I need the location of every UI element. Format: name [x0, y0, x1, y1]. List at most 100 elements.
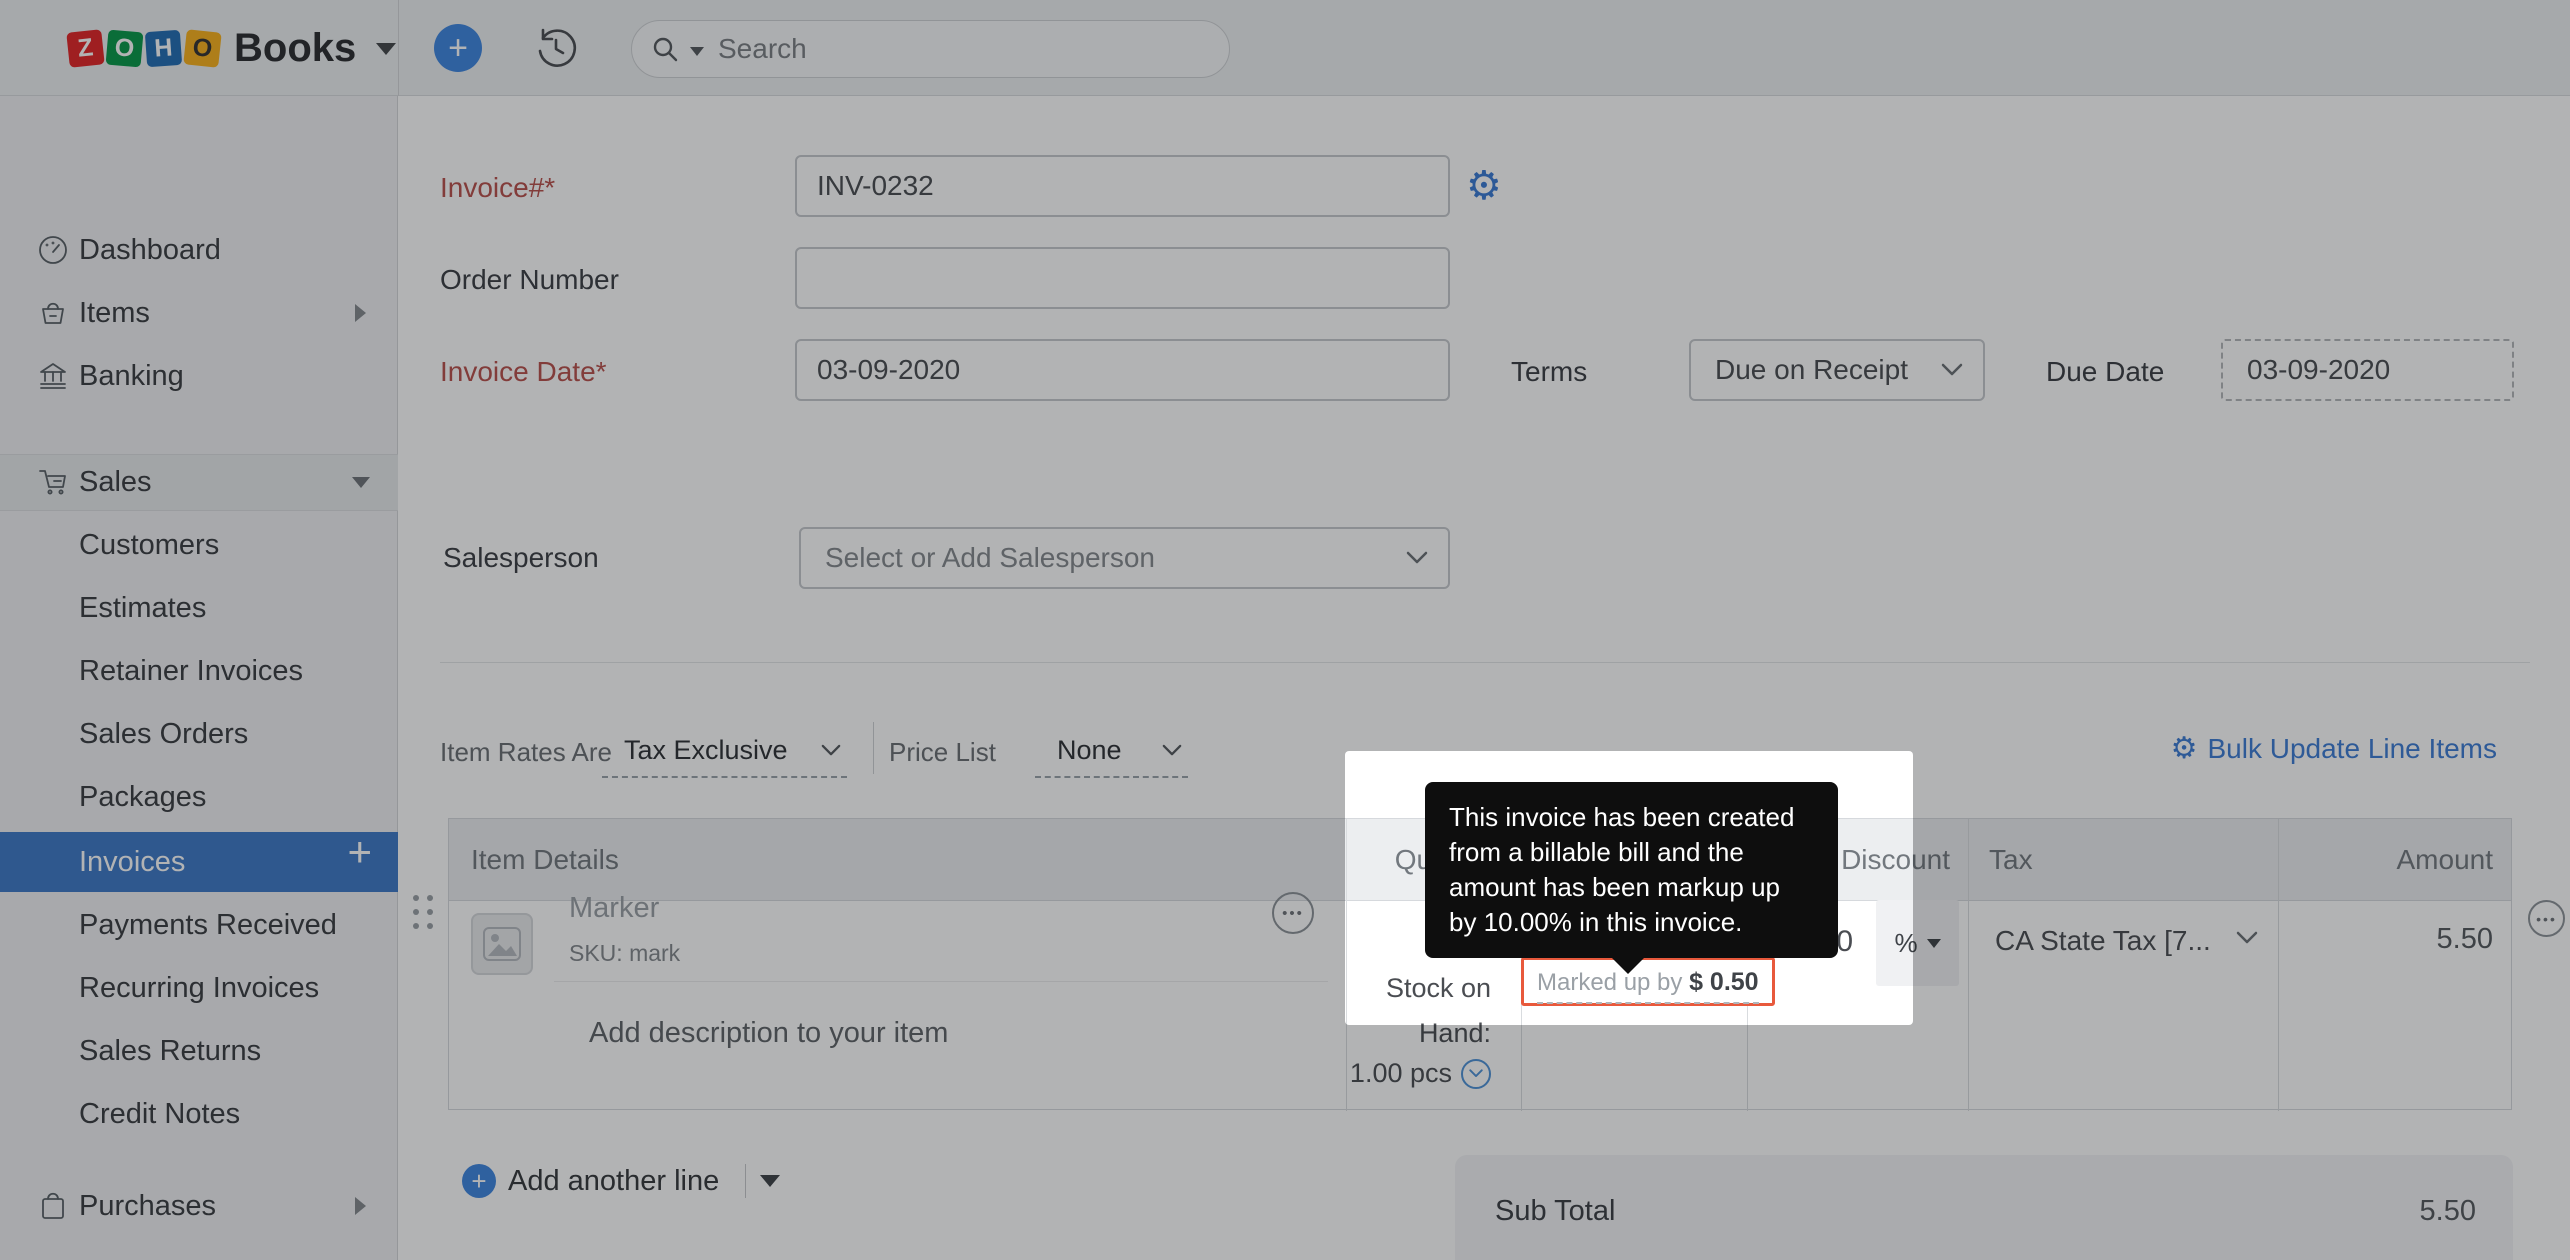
image-icon	[483, 927, 521, 961]
sidebar-item-label: Items	[79, 296, 150, 329]
sidebar-item-recurring-invoices[interactable]: Recurring Invoices	[0, 966, 398, 1010]
logo-wordmark: Books	[234, 26, 357, 70]
salesperson-label: Salesperson	[443, 542, 599, 573]
terms-value: Due on Receipt	[1715, 354, 1909, 385]
item-rates-are-label: Item Rates Are	[440, 737, 612, 767]
due-date-input[interactable]	[2221, 339, 2514, 401]
invoice-number-label: Invoice#*	[440, 172, 556, 203]
markup-amount: $ 0.50	[1689, 968, 1759, 996]
gear-icon: ⚙	[2170, 732, 2198, 765]
global-search[interactable]	[631, 20, 1230, 78]
recent-history-icon[interactable]	[534, 26, 578, 70]
stock-quantity: 1.00 pcs	[1349, 1058, 1452, 1088]
item-rates-select[interactable]: Tax Exclusive	[602, 724, 847, 778]
price-list-value: None	[1057, 734, 1122, 765]
sidebar-item-purchases[interactable]: Purchases	[0, 1184, 398, 1228]
sidebar-item-retainer-invoices[interactable]: Retainer Invoices	[0, 649, 398, 693]
add-another-line-button[interactable]: + Add another line	[462, 1164, 781, 1198]
discount-input[interactable]: 0	[1836, 925, 1853, 959]
sidebar-item-estimates[interactable]: Estimates	[0, 586, 398, 630]
invoice-date-input[interactable]	[795, 339, 1450, 401]
sidebar-item-invoices[interactable]: Invoices +	[0, 828, 398, 892]
chevron-down-icon	[821, 744, 841, 755]
sidebar-item-label: Dashboard	[79, 233, 221, 266]
chevron-down-icon	[1941, 363, 1963, 376]
banking-icon	[40, 363, 66, 389]
bulk-update-label: Bulk Update Line Items	[2207, 733, 2498, 764]
sub-total-value: 5.50	[2419, 1195, 2476, 1227]
new-invoice-plus-icon[interactable]: +	[347, 828, 372, 876]
row-actions-ellipsis-button[interactable]: •••	[2528, 900, 2565, 937]
zoho-books-invoice-page: Z O H O Books + Search Dashboard Items B…	[0, 0, 2570, 1260]
sidebar-item-customers[interactable]: Customers	[0, 523, 398, 567]
line-amount: 5.50	[2436, 923, 2493, 955]
column-divider	[1346, 819, 1347, 1111]
purchases-icon	[42, 1192, 64, 1219]
sidebar-item-packages[interactable]: Packages	[0, 775, 398, 819]
stock-on-hand-label: Stock on Hand:	[1385, 973, 1491, 1048]
due-date-label: Due Date	[2046, 356, 2165, 387]
markup-tooltip: This invoice has been created from a bil…	[1425, 782, 1838, 974]
rates-divider	[873, 722, 874, 774]
sales-icon	[39, 470, 66, 495]
row-drag-handle[interactable]	[413, 895, 433, 929]
terms-label: Terms	[1511, 356, 1588, 387]
item-sku: SKU: mark	[569, 940, 681, 966]
sidebar-item-label: Credit Notes	[79, 1097, 241, 1130]
sidebar-item-label: Banking	[79, 359, 184, 392]
chevron-down-icon	[1162, 744, 1182, 755]
sidebar-item-label: Retainer Invoices	[79, 654, 304, 687]
sub-total-row: Sub Total 5.50	[1495, 1195, 2476, 1228]
sidebar-item-sales-returns[interactable]: Sales Returns	[0, 1029, 398, 1073]
discount-unit-select[interactable]: %	[1876, 900, 1959, 986]
button-divider	[745, 1164, 747, 1198]
item-description-placeholder[interactable]: Add description to your item	[589, 1017, 948, 1050]
sidebar-item-label: Sales	[79, 465, 152, 498]
search-scope-chevron-icon[interactable]	[690, 46, 704, 56]
chevron-down-icon	[1926, 938, 1941, 948]
sidebar-item-items[interactable]: Items	[0, 291, 398, 335]
quick-add-button[interactable]: +	[434, 24, 482, 72]
sidebar-item-sales-orders[interactable]: Sales Orders	[0, 712, 398, 756]
item-name[interactable]: Marker	[569, 892, 659, 925]
order-number-label: Order Number	[440, 264, 619, 295]
sidebar-item-credit-notes[interactable]: Credit Notes	[0, 1092, 398, 1136]
chevron-down-icon	[2236, 931, 2258, 944]
add-line-dropdown-icon[interactable]	[760, 1175, 781, 1187]
item-options-ellipsis-button[interactable]: •••	[1272, 892, 1314, 934]
sidebar-item-sales[interactable]: Sales	[0, 460, 398, 504]
plus-icon: +	[462, 1164, 496, 1198]
items-icon	[42, 302, 64, 324]
price-list-select[interactable]: None	[1035, 724, 1188, 778]
markup-alert-box[interactable]: Marked up by $ 0.50	[1521, 957, 1775, 1006]
col-header-tax: Tax	[1989, 844, 2033, 875]
search-input[interactable]	[718, 33, 1138, 65]
sidebar: Dashboard Items Banking Sales Customers	[0, 96, 398, 1260]
sidebar-item-label: Customers	[79, 528, 220, 561]
salesperson-placeholder: Select or Add Salesperson	[825, 542, 1155, 573]
sidebar-item-label: Invoices	[79, 845, 186, 878]
terms-select[interactable]: Due on Receipt	[1689, 339, 1985, 401]
order-number-input[interactable]	[795, 247, 1450, 309]
invoice-date-label: Invoice Date*	[440, 356, 607, 387]
stock-expand-icon[interactable]	[1461, 1058, 1491, 1089]
org-switcher-chevron-icon[interactable]	[376, 42, 397, 55]
sidebar-item-banking[interactable]: Banking	[0, 354, 398, 398]
sidebar-item-label: Purchases	[79, 1189, 217, 1222]
expanded-arrow-icon	[352, 476, 370, 488]
invoice-settings-gear-icon[interactable]: ⚙	[1466, 166, 1502, 206]
search-icon	[653, 37, 678, 62]
description-divider	[554, 981, 1328, 982]
zoho-books-logo[interactable]: Z O H O Books	[66, 26, 397, 71]
tax-select-value[interactable]: CA State Tax [7...	[1995, 925, 2211, 957]
add-line-label: Add another line	[508, 1164, 720, 1197]
bulk-update-line-items-link[interactable]: ⚙ Bulk Update Line Items	[2171, 733, 2497, 765]
sidebar-item-label: Estimates	[79, 591, 207, 624]
price-list-label: Price List	[889, 737, 996, 767]
sidebar-item-dashboard[interactable]: Dashboard	[0, 228, 398, 272]
section-divider	[440, 662, 2530, 663]
salesperson-select[interactable]: Select or Add Salesperson	[799, 527, 1450, 589]
invoice-number-input[interactable]	[795, 155, 1450, 217]
topbar: Z O H O Books +	[0, 0, 2570, 96]
sidebar-item-payments-received[interactable]: Payments Received	[0, 903, 398, 947]
